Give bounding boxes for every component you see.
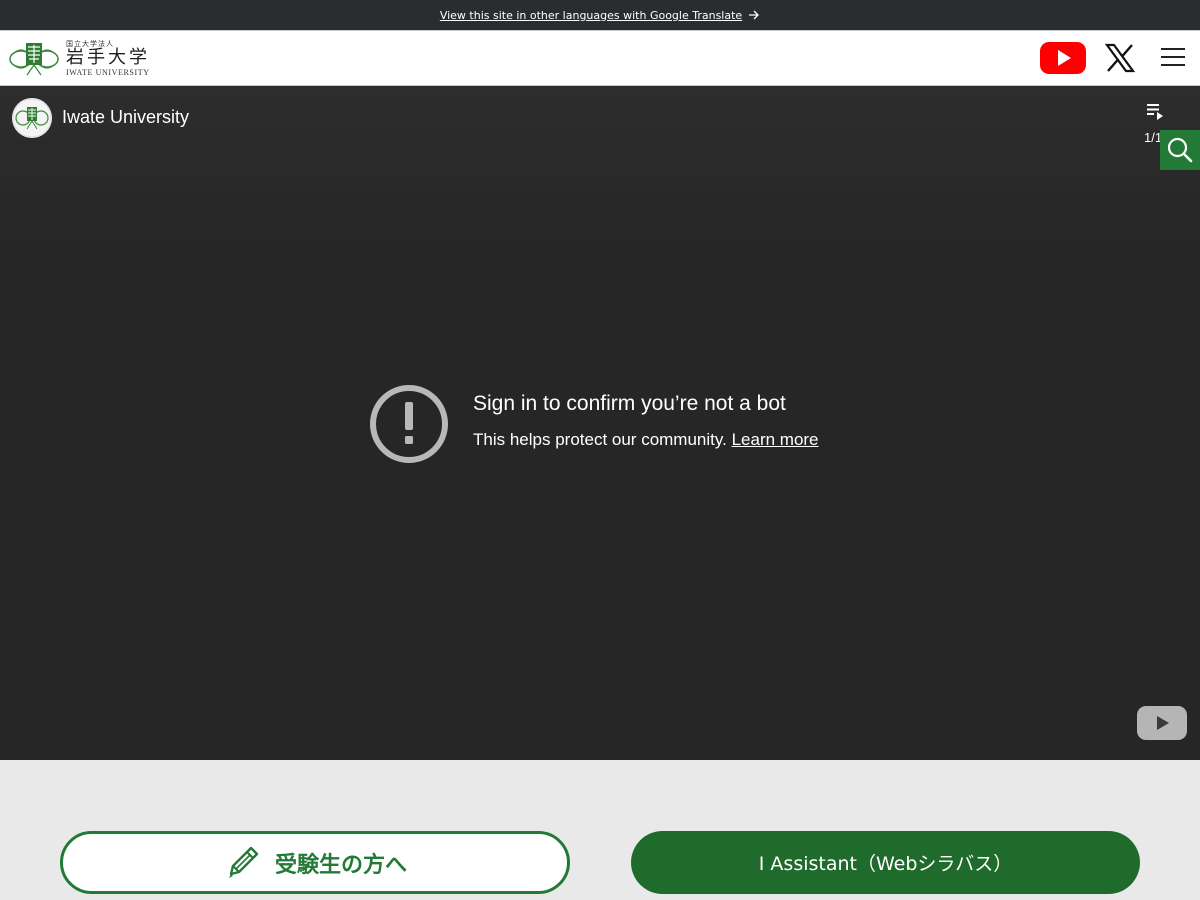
playlist-icon bbox=[1147, 104, 1163, 120]
error-message-text: This helps protect our community. bbox=[473, 430, 727, 449]
google-translate-link-label: View this site in other languages with G… bbox=[439, 8, 743, 22]
youtube-watermark-button[interactable] bbox=[1137, 706, 1187, 740]
search-icon bbox=[1167, 137, 1193, 163]
search-button[interactable] bbox=[1160, 130, 1200, 170]
error-title: Sign in to confirm you’re not a bot bbox=[473, 392, 786, 415]
i-assistant-button[interactable]: I Assistant（Webシラバス） bbox=[631, 831, 1140, 894]
embedded-youtube-player[interactable]: Iwate University 1/1 Sign in to confirm … bbox=[0, 86, 1200, 760]
logo-english-name: IWATE UNIVERSITY bbox=[66, 68, 150, 77]
error-message: This helps protect our community. Learn … bbox=[473, 430, 819, 450]
x-icon bbox=[1104, 43, 1136, 73]
applicants-button[interactable]: 受験生の方へ bbox=[60, 831, 570, 894]
x-link[interactable] bbox=[1104, 42, 1136, 74]
channel-avatar[interactable] bbox=[12, 98, 52, 138]
university-emblem-icon bbox=[12, 98, 52, 138]
youtube-icon bbox=[1040, 42, 1086, 74]
applicants-button-label: 受験生の方へ bbox=[274, 852, 407, 878]
pencil-icon bbox=[228, 846, 259, 878]
channel-title[interactable]: Iwate University bbox=[62, 107, 189, 128]
i-assistant-button-label: I Assistant（Webシラバス） bbox=[758, 853, 1013, 875]
translate-bar: View this site in other languages with G… bbox=[0, 0, 1200, 30]
exclamation-circle-icon bbox=[370, 385, 448, 463]
youtube-link[interactable] bbox=[1040, 41, 1086, 75]
arrow-right-icon bbox=[749, 10, 760, 20]
university-emblem-icon bbox=[9, 43, 59, 76]
logo-title: 岩手大学 bbox=[66, 47, 150, 68]
iwate-university-logo[interactable]: 国立大学法人 岩手大学 IWATE UNIVERSITY bbox=[8, 39, 150, 79]
site-header: 国立大学法人 岩手大学 IWATE UNIVERSITY bbox=[0, 30, 1200, 86]
learn-more-link[interactable]: Learn more bbox=[732, 430, 819, 449]
youtube-icon bbox=[1137, 706, 1187, 740]
google-translate-link[interactable]: View this site in other languages with G… bbox=[440, 9, 760, 22]
hamburger-menu-icon bbox=[1161, 48, 1185, 50]
hamburger-menu-button[interactable] bbox=[1158, 48, 1188, 70]
